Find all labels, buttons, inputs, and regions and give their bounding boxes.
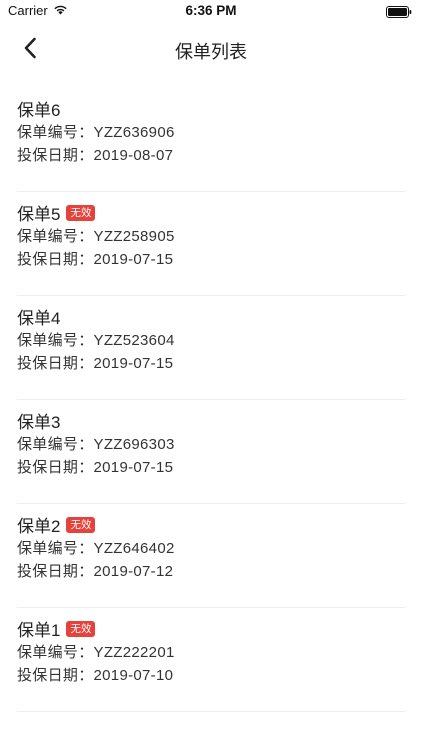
policy-date: 2019-07-15 — [93, 251, 174, 268]
policy-title-row: 保单2 无效 — [17, 512, 96, 537]
policy-date: 2019-07-12 — [93, 563, 174, 580]
policy-date-label: 投保日期： — [17, 563, 94, 580]
policy-number: YZZ696303 — [93, 436, 175, 453]
page-title: 保单列表 — [175, 42, 247, 62]
invalid-badge: 无效 — [66, 204, 96, 221]
policy-date-label: 投保日期： — [17, 459, 94, 476]
policy-date-label: 投保日期： — [17, 355, 94, 372]
policy-date: 2019-07-15 — [93, 459, 174, 476]
policy-list-item[interactable]: 保单3 保单编号：YZZ696303 投保日期：2019-07-15 — [17, 400, 405, 504]
policy-list-item[interactable]: 保单4 保单编号：YZZ523604 投保日期：2019-07-15 — [17, 296, 405, 400]
policy-date-row: 投保日期：2019-08-07 — [17, 144, 173, 165]
policy-title: 保单3 — [17, 413, 61, 432]
policy-title: 保单2 — [17, 517, 61, 536]
policy-number: YZZ222201 — [93, 644, 175, 661]
status-bar: Carrier 6:36 PM — [0, 0, 422, 24]
policy-list-item[interactable]: 保单2 无效 保单编号：YZZ646402 投保日期：2019-07-12 — [17, 504, 405, 608]
policy-date-row: 投保日期：2019-07-12 — [17, 560, 173, 581]
policy-title: 保单1 — [17, 621, 61, 640]
policy-number-row: 保单编号：YZZ646402 — [17, 537, 175, 558]
policy-number-label: 保单编号： — [17, 124, 94, 141]
policy-number-label: 保单编号： — [17, 644, 94, 661]
policy-date-row: 投保日期：2019-07-15 — [17, 456, 173, 477]
policy-number-row: 保单编号：YZZ636906 — [17, 121, 175, 142]
policy-title-row: 保单3 — [17, 408, 60, 433]
policy-date-label: 投保日期： — [17, 251, 94, 268]
policy-date-label: 投保日期： — [17, 667, 94, 684]
policy-number: YZZ258905 — [93, 228, 175, 245]
policy-date-label: 投保日期： — [17, 147, 94, 164]
policy-date-row: 投保日期：2019-07-15 — [17, 352, 173, 373]
policy-date-row: 投保日期：2019-07-10 — [17, 664, 173, 685]
policy-number-label: 保单编号： — [17, 332, 94, 349]
policy-date-row: 投保日期：2019-07-15 — [17, 248, 173, 269]
policy-title: 保单5 — [17, 205, 61, 224]
policy-date: 2019-08-07 — [93, 147, 174, 164]
policy-number-row: 保单编号：YZZ258905 — [17, 225, 175, 246]
policy-date: 2019-07-10 — [93, 667, 174, 684]
policy-list-item[interactable]: 保单1 无效 保单编号：YZZ222201 投保日期：2019-07-10 — [17, 608, 405, 712]
policy-number-label: 保单编号： — [17, 540, 94, 557]
policy-number: YZZ636906 — [93, 124, 175, 141]
battery-icon — [386, 5, 412, 18]
policy-list-item[interactable]: 保单6 保单编号：YZZ636906 投保日期：2019-08-07 — [17, 88, 405, 192]
invalid-badge: 无效 — [66, 620, 96, 637]
policy-date: 2019-07-15 — [93, 355, 174, 372]
navigation-bar: 保单列表 — [0, 24, 422, 74]
policy-number-label: 保单编号： — [17, 228, 94, 245]
invalid-badge: 无效 — [66, 516, 96, 533]
status-time: 6:36 PM — [185, 3, 237, 18]
policy-list-item[interactable]: 保单5 无效 保单编号：YZZ258905 投保日期：2019-07-15 — [17, 192, 405, 296]
policy-title-row: 保单6 — [17, 96, 60, 121]
policy-number: YZZ523604 — [93, 332, 175, 349]
policy-number-row: 保单编号：YZZ696303 — [17, 433, 175, 454]
policy-number-row: 保单编号：YZZ222201 — [17, 641, 175, 662]
policy-number-row: 保单编号：YZZ523604 — [17, 329, 175, 350]
policy-title-row: 保单1 无效 — [17, 616, 96, 641]
policy-title: 保单4 — [17, 309, 61, 328]
policy-number-label: 保单编号： — [17, 436, 94, 453]
policy-title-row: 保单4 — [17, 304, 60, 329]
policy-title-row: 保单5 无效 — [17, 200, 96, 225]
policy-number: YZZ646402 — [93, 540, 175, 557]
policy-title: 保单6 — [17, 101, 61, 120]
policy-list: 保单6 保单编号：YZZ636906 投保日期：2019-08-07 保单5 无… — [0, 88, 422, 712]
